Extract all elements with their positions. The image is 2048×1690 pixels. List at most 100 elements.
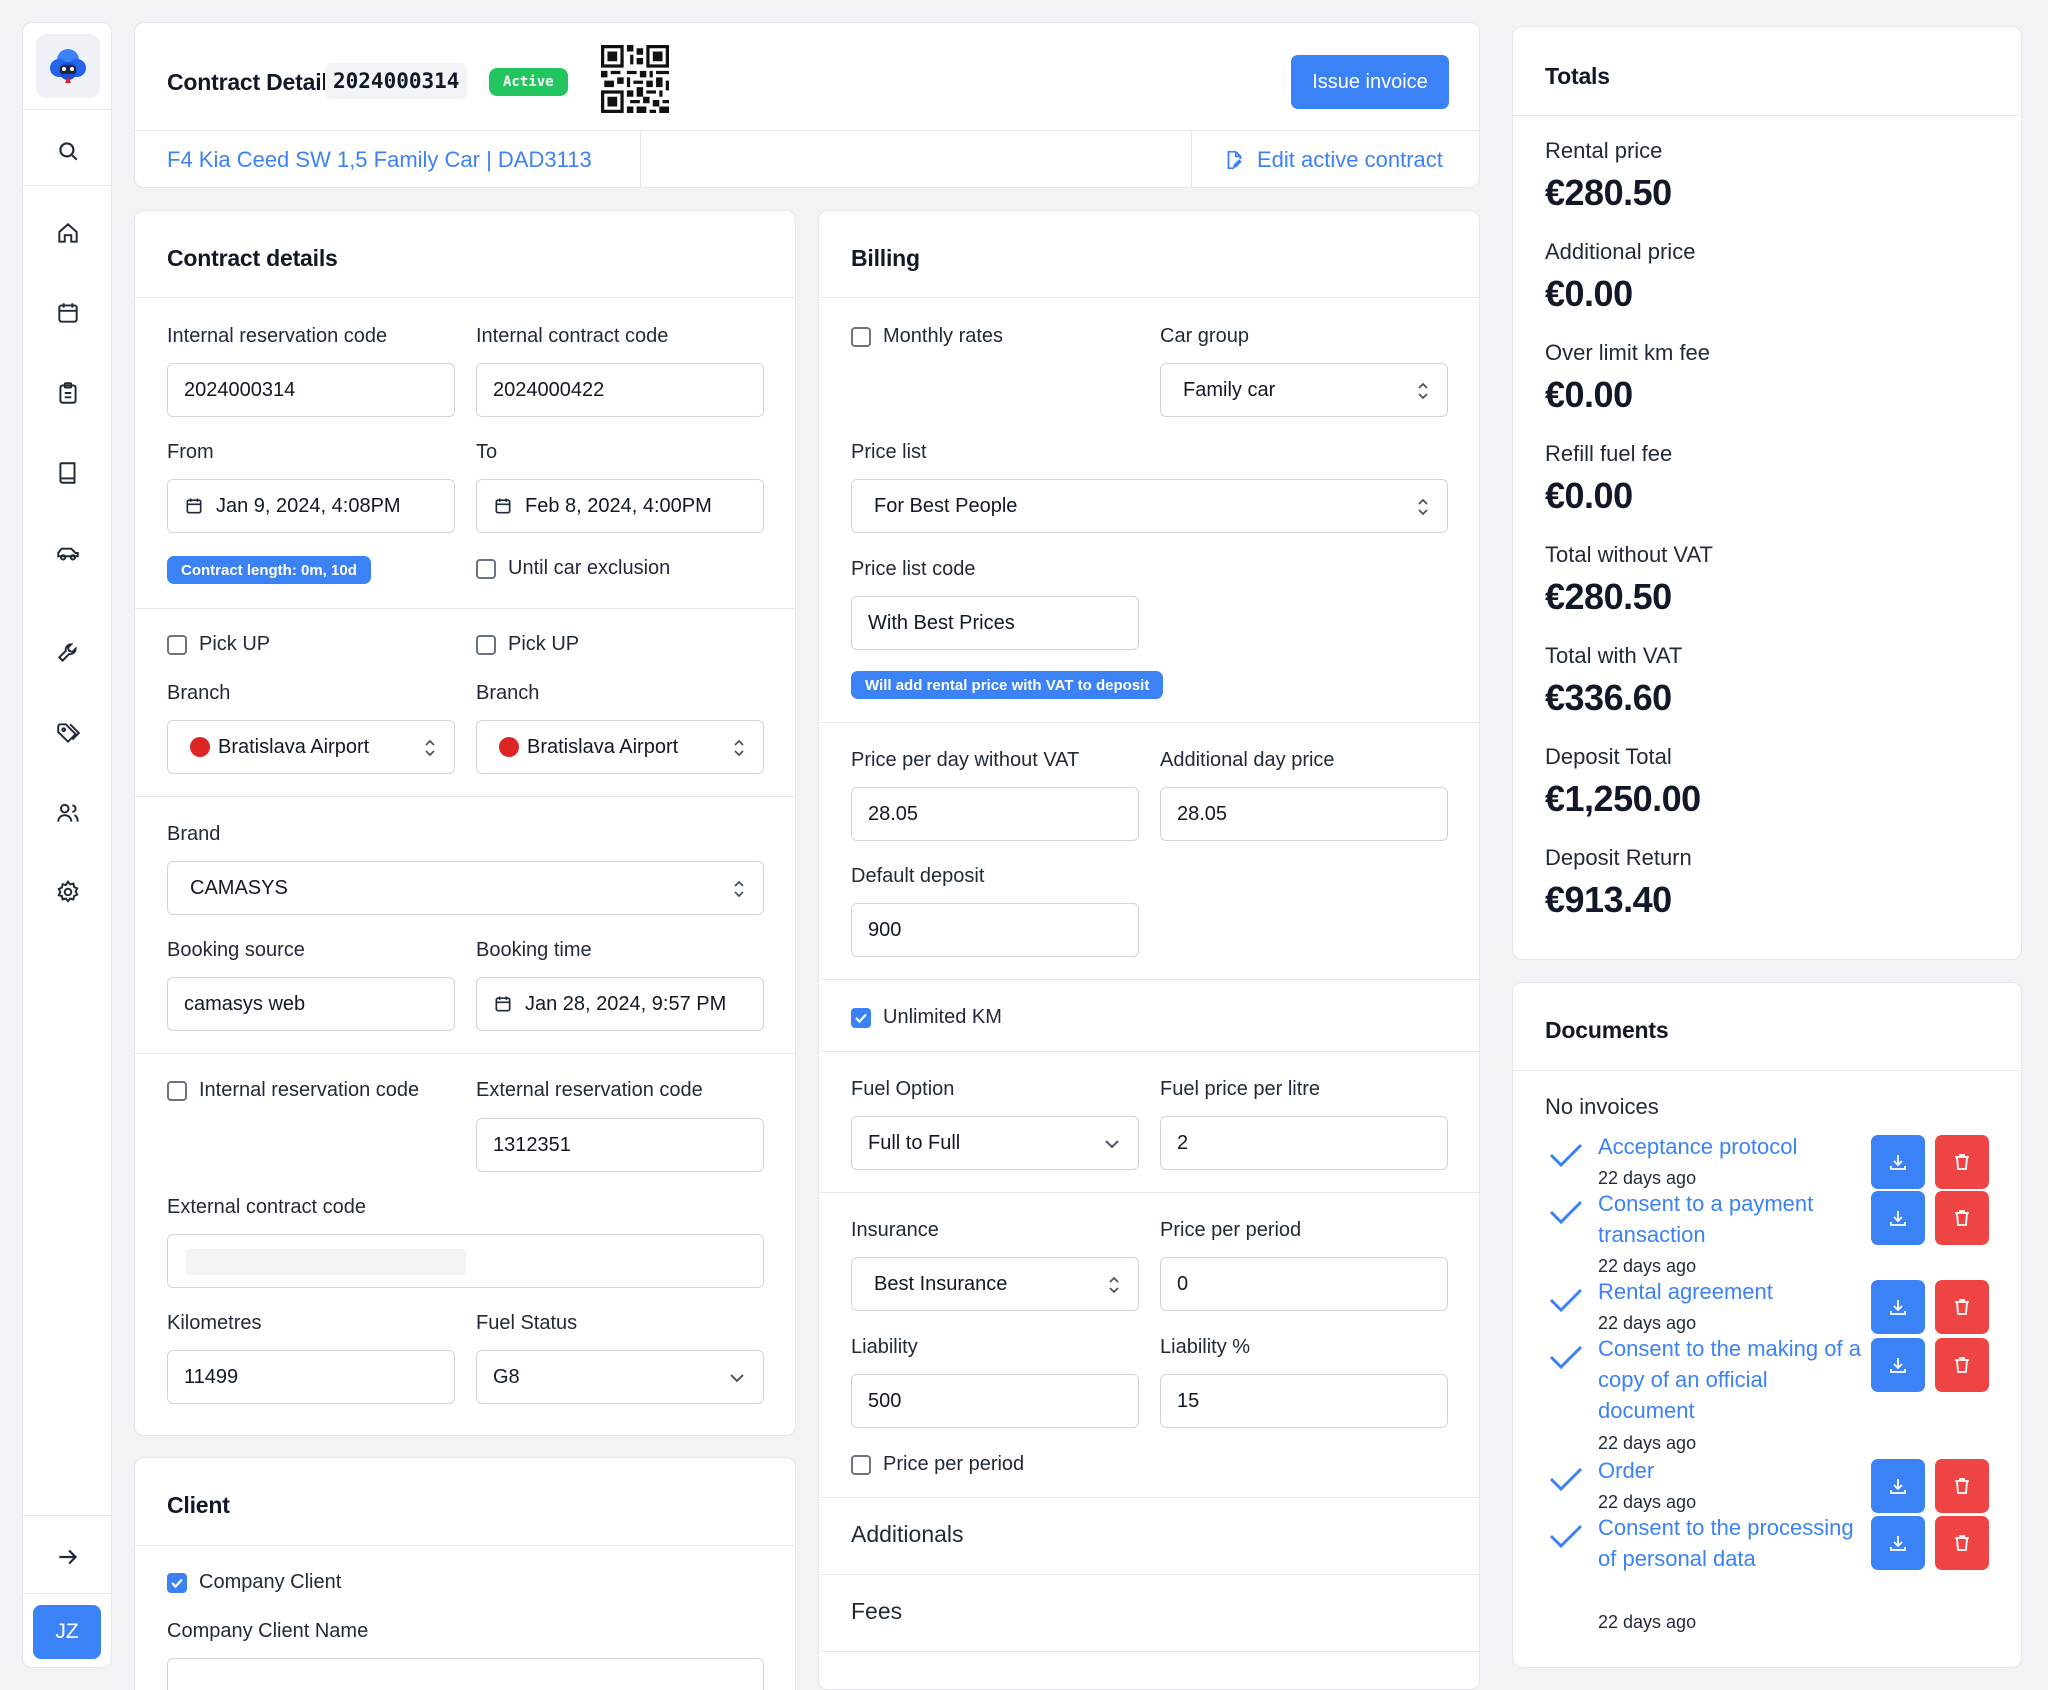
company-client-name-input[interactable] [167, 1658, 764, 1690]
download-icon [1890, 1211, 1906, 1226]
gear-icon[interactable] [52, 876, 84, 908]
unlimited-km-checkbox[interactable] [851, 1008, 871, 1028]
monthly-rates-label: Monthly rates [883, 325, 1004, 347]
download-icon [1890, 1479, 1906, 1494]
default-deposit-input[interactable]: 900 [851, 903, 1139, 957]
pickup-checkbox-1[interactable] [167, 635, 187, 655]
price-list-code-label: Price list code [851, 558, 976, 580]
issue-invoice-button[interactable]: Issue invoice [1291, 55, 1449, 109]
download-button[interactable] [1871, 1135, 1925, 1189]
external-contract-code-input[interactable] [167, 1234, 764, 1288]
internal-contract-code-input[interactable]: 2024000422 [476, 363, 764, 417]
download-button[interactable] [1871, 1516, 1925, 1570]
internal-reservation-code-input[interactable]: 2024000314 [167, 363, 455, 417]
document-time: 22 days ago [1598, 1492, 1697, 1512]
contract-details-card: Contract details Internal reservation co… [134, 210, 796, 1436]
app-logo[interactable] [36, 34, 100, 98]
car-link[interactable]: F4 Kia Ceed SW 1,5 Family Car | DAD3113 [167, 147, 592, 173]
pickup-checkbox-2[interactable] [476, 635, 496, 655]
billing-title: Billing [851, 245, 920, 271]
additional-day-price-input[interactable]: 28.05 [1160, 787, 1448, 841]
qr-code-icon[interactable] [601, 45, 669, 113]
pickup-label-2: Pick UP [508, 633, 580, 655]
edit-active-contract-link[interactable]: Edit active contract [1223, 147, 1443, 173]
download-button[interactable] [1871, 1191, 1925, 1245]
tag-icon[interactable] [52, 717, 84, 749]
documents-title: Documents [1545, 1017, 1669, 1043]
delete-button[interactable] [1935, 1459, 1989, 1513]
price-list-code-input[interactable]: With Best Prices [851, 596, 1139, 650]
documents-card: Documents No invoices Acceptance protoco… [1512, 982, 2022, 1668]
insurance-select[interactable]: Best Insurance [851, 1257, 1139, 1311]
company-client-checkbox[interactable] [167, 1573, 187, 1593]
contract-details-title: Contract details [167, 245, 338, 271]
from-date-input[interactable]: Jan 9, 2024, 4:08PM [167, 479, 455, 533]
internal-reservation-code-label: Internal reservation code [167, 325, 388, 347]
document-time: 22 days ago [1598, 1313, 1697, 1333]
check-icon [1549, 1345, 1583, 1370]
document-link[interactable]: Consent to the making of a copy of an of… [1598, 1333, 1868, 1426]
monthly-rates-checkbox[interactable] [851, 327, 871, 347]
to-date-input[interactable]: Feb 8, 2024, 4:00PM [476, 479, 764, 533]
fuel-option-select[interactable]: Full to Full [851, 1116, 1139, 1170]
additionals-section[interactable]: Additionals [851, 1521, 964, 1548]
car-icon[interactable] [52, 537, 84, 569]
brand-select[interactable]: CAMASYS [167, 861, 764, 915]
check-icon [1549, 1143, 1583, 1168]
document-link[interactable]: Consent to a payment transaction [1598, 1188, 1868, 1250]
download-button[interactable] [1871, 1459, 1925, 1513]
document-link[interactable]: Order [1598, 1455, 1868, 1486]
calendar-icon[interactable] [52, 297, 84, 329]
fees-section[interactable]: Fees [851, 1598, 902, 1625]
price-list-select[interactable]: For Best People [851, 479, 1448, 533]
download-button[interactable] [1871, 1338, 1925, 1392]
document-link[interactable]: Consent to the processing of personal da… [1598, 1512, 1868, 1574]
arrow-right-icon[interactable] [52, 1541, 84, 1573]
liability-percent-label: Liability % [1160, 1336, 1251, 1358]
wrench-icon[interactable] [52, 637, 84, 669]
branch-select-1[interactable]: Bratislava Airport [167, 720, 455, 774]
check-icon [1549, 1288, 1583, 1313]
search-icon[interactable] [52, 135, 84, 167]
liability-input[interactable]: 500 [851, 1374, 1139, 1428]
download-button[interactable] [1871, 1280, 1925, 1334]
client-title: Client [167, 1492, 230, 1518]
users-icon[interactable] [52, 797, 84, 829]
liability-percent-input[interactable]: 15 [1160, 1374, 1448, 1428]
price-per-day-input[interactable]: 28.05 [851, 787, 1139, 841]
booking-time-label: Booking time [476, 939, 592, 961]
delete-button[interactable] [1935, 1191, 1989, 1245]
price-per-period-checkbox-label: Price per period [883, 1453, 1025, 1475]
document-link[interactable]: Acceptance protocol [1598, 1131, 1868, 1162]
internal-reservation-code-checkbox[interactable] [167, 1081, 187, 1101]
user-avatar[interactable]: JZ [33, 1605, 101, 1659]
status-badge: Active [489, 68, 568, 96]
kilometres-input[interactable]: 11499 [167, 1350, 455, 1404]
price-per-period-checkbox[interactable] [851, 1455, 871, 1475]
document-link[interactable]: Rental agreement [1598, 1276, 1868, 1307]
clipboard-icon[interactable] [52, 377, 84, 409]
delete-button[interactable] [1935, 1516, 1989, 1570]
download-icon [1890, 1358, 1906, 1373]
delete-button[interactable] [1935, 1280, 1989, 1334]
booking-time-input[interactable]: Jan 28, 2024, 9:57 PM [476, 977, 764, 1031]
car-group-select[interactable]: Family car [1160, 363, 1448, 417]
until-car-exclusion-checkbox[interactable] [476, 559, 496, 579]
branch-color-dot [499, 737, 519, 757]
booking-source-input[interactable]: camasys web [167, 977, 455, 1031]
chevron-down-icon [1105, 1140, 1119, 1149]
chevron-updown-icon [734, 880, 744, 898]
branch-select-2[interactable]: Bratislava Airport [476, 720, 764, 774]
delete-button[interactable] [1935, 1338, 1989, 1392]
fuel-status-select[interactable]: G8 [476, 1350, 764, 1404]
total-label: Deposit Return [1545, 845, 1692, 870]
external-contract-code-label: External contract code [167, 1196, 366, 1218]
fuel-price-input[interactable]: 2 [1160, 1116, 1448, 1170]
delete-button[interactable] [1935, 1135, 1989, 1189]
home-icon[interactable] [52, 217, 84, 249]
price-per-period-input[interactable]: 0 [1160, 1257, 1448, 1311]
external-reservation-code-input[interactable]: 1312351 [476, 1118, 764, 1172]
book-icon[interactable] [52, 457, 84, 489]
contract-length-badge: Contract length: 0m, 10d [167, 556, 371, 584]
billing-card: Billing Monthly rates Car group Family c… [818, 210, 1480, 1690]
